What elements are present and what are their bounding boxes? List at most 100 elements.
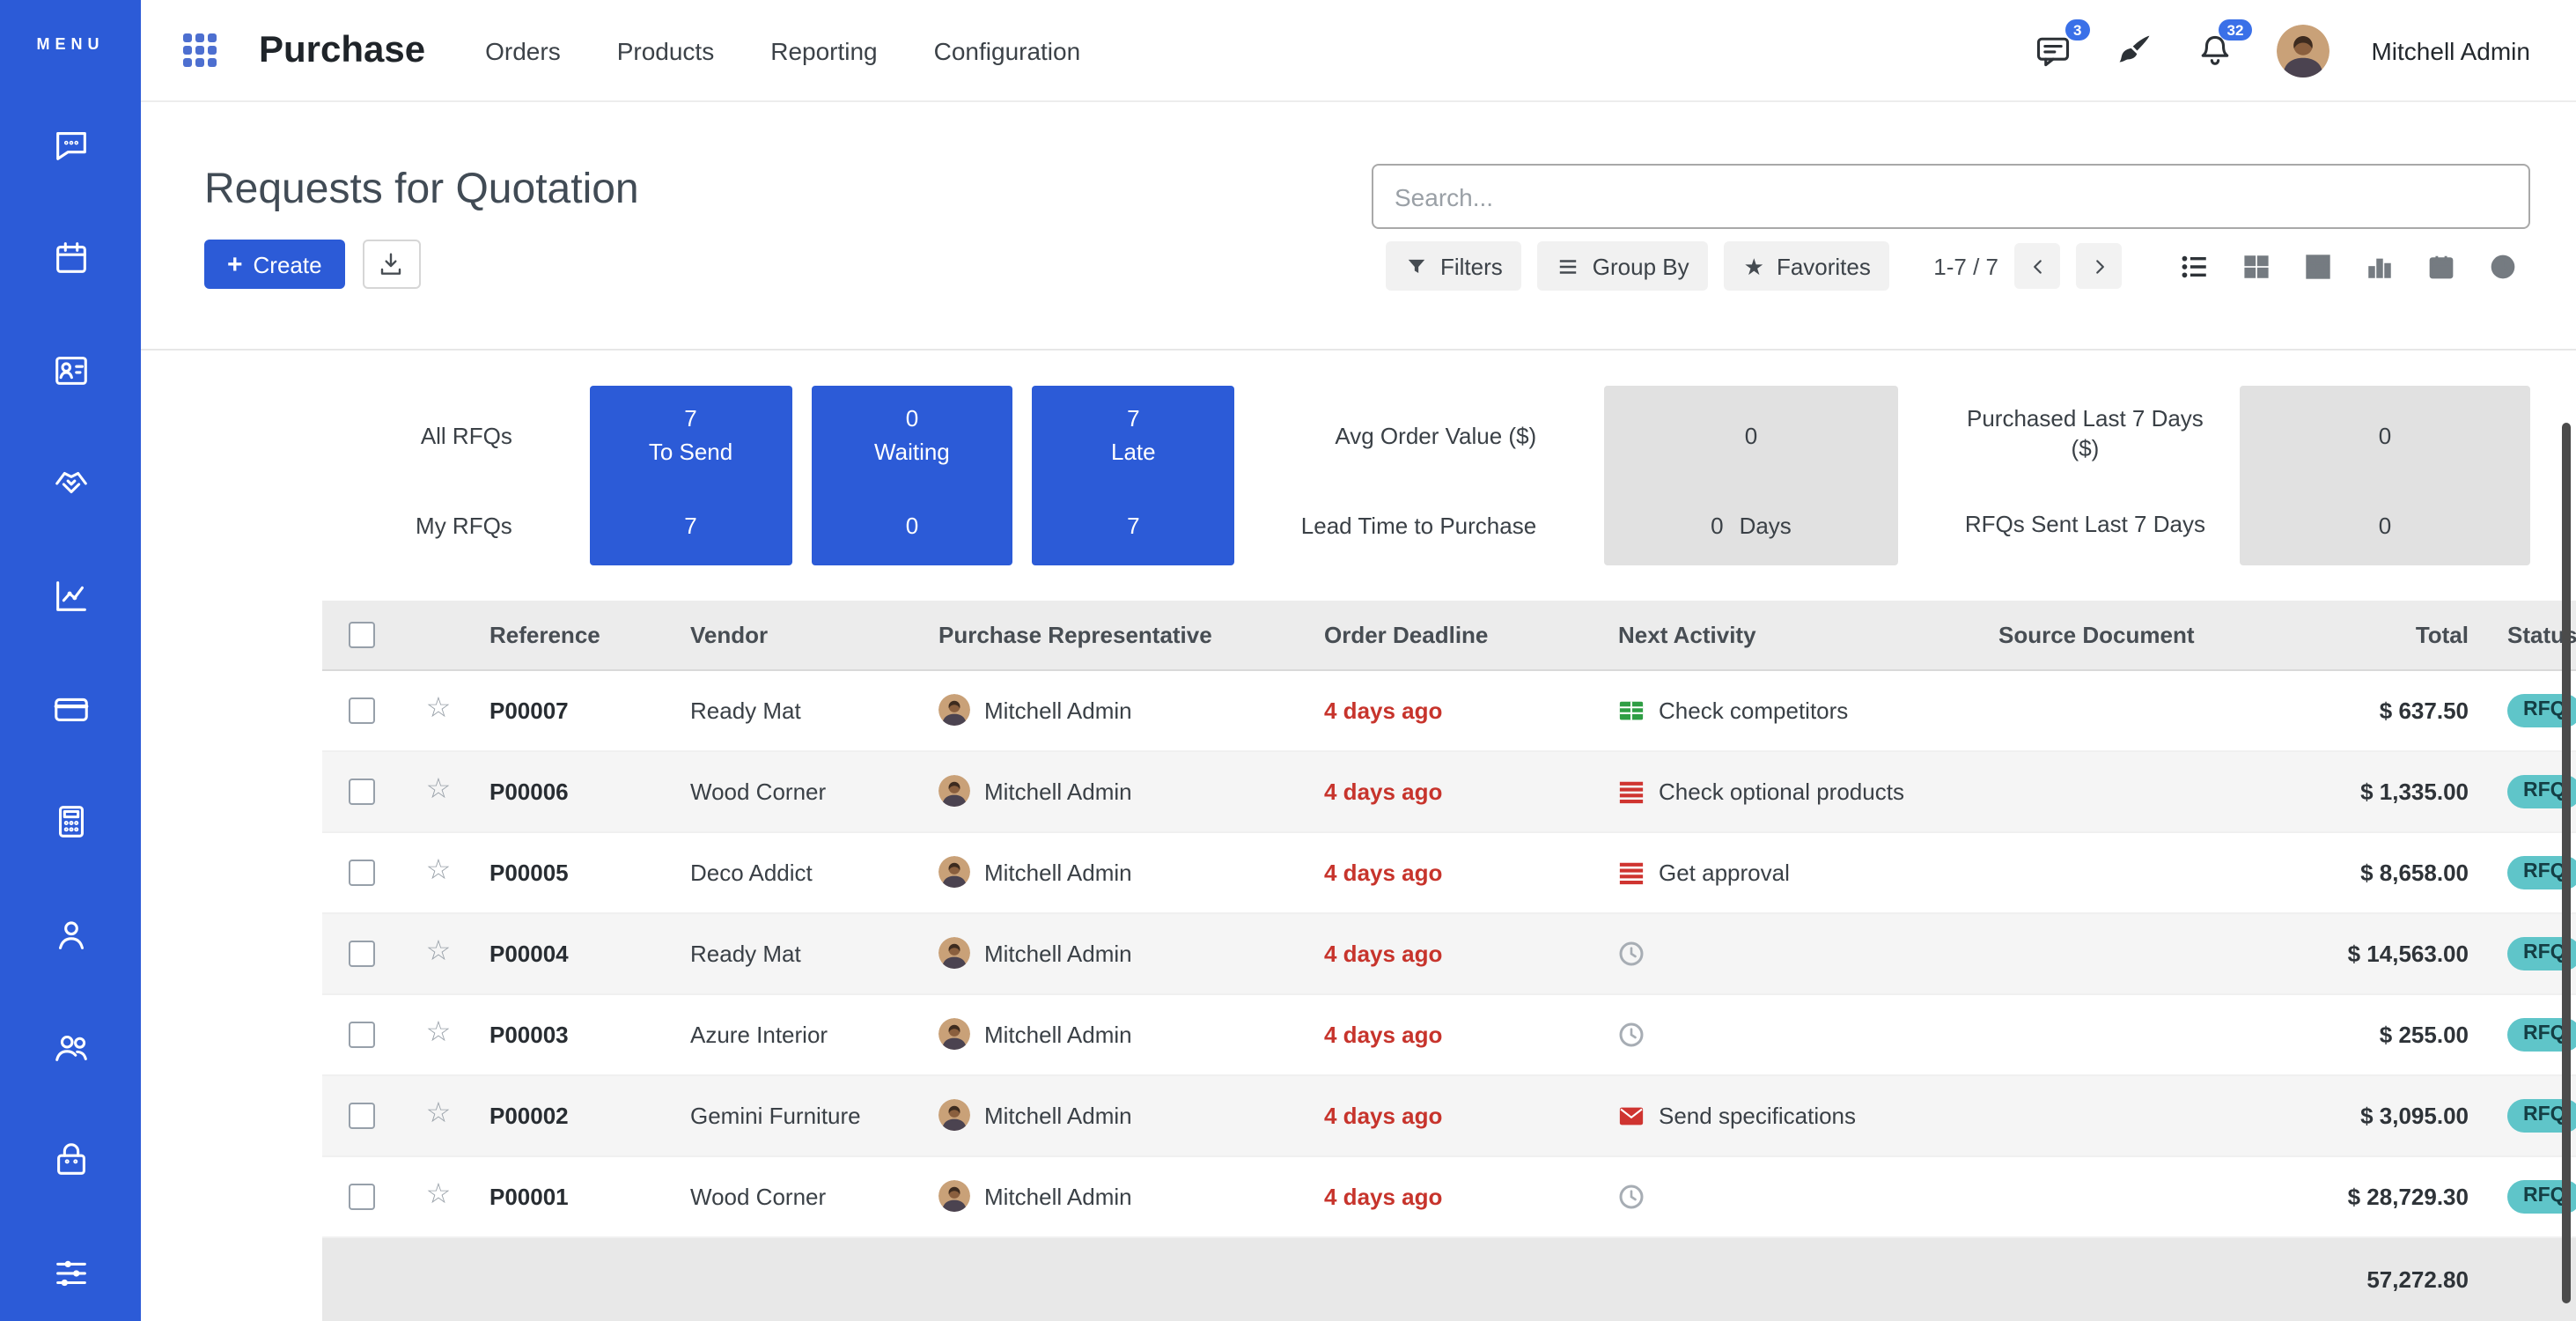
activity-clock-icon[interactable] xyxy=(1618,1021,1645,1047)
menu-reporting[interactable]: Reporting xyxy=(770,36,877,64)
row-checkbox[interactable] xyxy=(349,1184,375,1210)
row-checkbox[interactable] xyxy=(349,1022,375,1048)
favorites-button[interactable]: ★ Favorites xyxy=(1725,241,1890,291)
favorite-star-icon[interactable]: ☆ xyxy=(426,1099,452,1129)
activity-envelope-icon[interactable] xyxy=(1618,1102,1645,1128)
view-activity-button[interactable] xyxy=(2476,243,2530,289)
kanban-view-icon xyxy=(2241,251,2271,281)
table-row[interactable]: ☆ P00004 Ready Mat Mitchell Admin 4 days… xyxy=(322,912,2576,993)
menu-configuration[interactable]: Configuration xyxy=(934,36,1081,64)
export-button[interactable] xyxy=(363,240,421,289)
cell-reference: P00005 xyxy=(475,831,676,912)
table-row[interactable]: ☆ P00001 Wood Corner Mitchell Admin 4 da… xyxy=(322,1155,2576,1236)
notifications-button[interactable]: 32 xyxy=(2195,31,2234,70)
tile-late[interactable]: 7 Late 7 xyxy=(1033,386,1234,565)
pager-range: 1-7 / 7 xyxy=(1933,253,1998,279)
row-checkbox[interactable] xyxy=(349,941,375,967)
header-order-deadline[interactable]: Order Deadline xyxy=(1310,601,1604,669)
header-star xyxy=(401,601,475,669)
group-by-button[interactable]: Group By xyxy=(1538,241,1709,291)
sidebar-item-crm[interactable] xyxy=(48,461,93,504)
cell-reference: P00004 xyxy=(475,912,676,993)
sidebar-item-employees[interactable] xyxy=(48,912,93,955)
sidebar-item-settings[interactable] xyxy=(48,1251,93,1293)
header-purchase-representative[interactable]: Purchase Representative xyxy=(924,601,1310,669)
sidebar-item-members[interactable] xyxy=(48,1025,93,1067)
favorite-star-icon[interactable]: ☆ xyxy=(426,937,452,967)
favorite-star-icon[interactable]: ☆ xyxy=(426,694,452,724)
pager-previous-button[interactable] xyxy=(2014,243,2060,289)
search-input[interactable] xyxy=(1372,164,2530,229)
cell-vendor: Ready Mat xyxy=(676,669,924,750)
view-pivot-button[interactable] xyxy=(2291,243,2345,289)
table-row[interactable]: ☆ P00003 Azure Interior Mitchell Admin 4… xyxy=(322,993,2576,1074)
favorite-star-icon[interactable]: ☆ xyxy=(426,1180,452,1210)
rfq-table: Reference Vendor Purchase Representative… xyxy=(322,601,2576,1321)
apps-menu-icon[interactable] xyxy=(183,33,217,67)
tile-avg-lead: 0 0 Days xyxy=(1603,386,1899,565)
select-all-checkbox[interactable] xyxy=(349,623,375,649)
view-kanban-button[interactable] xyxy=(2229,243,2284,289)
row-checkbox[interactable] xyxy=(349,860,375,886)
view-switcher xyxy=(2168,243,2530,289)
sidebar-app-icons xyxy=(48,123,93,1293)
row-checkbox[interactable] xyxy=(349,697,375,724)
theme-brush-button[interactable] xyxy=(2114,31,2153,70)
activity-list-icon[interactable] xyxy=(1618,859,1645,885)
cell-reference: P00002 xyxy=(475,1074,676,1155)
screen: MENU xyxy=(0,0,2576,1321)
menu-products[interactable]: Products xyxy=(617,36,715,64)
row-checkbox[interactable] xyxy=(349,1103,375,1129)
favorite-star-icon[interactable]: ☆ xyxy=(426,856,452,886)
row-checkbox[interactable] xyxy=(349,779,375,805)
app-sidebar: MENU xyxy=(0,0,141,1321)
sidebar-item-point-of-sale[interactable] xyxy=(48,687,93,729)
user-name[interactable]: Mitchell Admin xyxy=(2371,36,2530,64)
header-total[interactable]: Total xyxy=(2301,601,2483,669)
table-row[interactable]: ☆ P00005 Deco Addict Mitchell Admin 4 da… xyxy=(322,831,2576,912)
menu-orders[interactable]: Orders xyxy=(485,36,561,64)
sidebar-item-calendar[interactable] xyxy=(48,236,93,278)
table-row[interactable]: ☆ P00006 Wood Corner Mitchell Admin 4 da… xyxy=(322,750,2576,831)
header-vendor[interactable]: Vendor xyxy=(676,601,924,669)
activity-view-icon xyxy=(2488,251,2518,281)
tile-to-send[interactable]: 7 To Send 7 xyxy=(590,386,791,565)
page-title: Requests for Quotation xyxy=(204,164,639,217)
activity-spreadsheet-icon[interactable] xyxy=(1618,697,1645,723)
activity-clock-icon[interactable] xyxy=(1618,940,1645,966)
view-graph-button[interactable] xyxy=(2352,243,2407,289)
favorite-star-icon[interactable]: ☆ xyxy=(426,775,452,805)
lead-time-label: Lead Time to Purchase xyxy=(1234,484,1536,565)
create-button[interactable]: + Create xyxy=(204,240,345,289)
tile-waiting[interactable]: 0 Waiting 0 xyxy=(811,386,1012,565)
odoo-window: MENU xyxy=(0,0,2576,1321)
header-reference[interactable]: Reference xyxy=(475,601,676,669)
cell-total: $ 8,658.00 xyxy=(2301,831,2483,912)
favorite-star-icon[interactable]: ☆ xyxy=(426,1018,452,1048)
table-row[interactable]: ☆ P00002 Gemini Furniture Mitchell Admin… xyxy=(322,1074,2576,1155)
vertical-scrollbar[interactable] xyxy=(2562,423,2571,1303)
header-source-document[interactable]: Source Document xyxy=(1984,601,2301,669)
my-rfqs-label[interactable]: My RFQs xyxy=(317,484,512,565)
cell-total: $ 28,729.30 xyxy=(2301,1155,2483,1236)
dashboard-right-labels: Purchased Last 7 Days ($) RFQs Sent Last… xyxy=(1952,386,2219,565)
sidebar-item-accounting[interactable] xyxy=(48,800,93,842)
sidebar-item-purchase[interactable] xyxy=(48,1138,93,1180)
user-avatar[interactable] xyxy=(2276,24,2329,77)
table-row[interactable]: ☆ P00007 Ready Mat Mitchell Admin 4 days… xyxy=(322,669,2576,750)
messages-button[interactable]: 3 xyxy=(2033,31,2072,70)
rep-avatar xyxy=(938,856,970,888)
sidebar-item-discuss[interactable] xyxy=(48,123,93,166)
activity-clock-icon[interactable] xyxy=(1618,1183,1645,1209)
app-name[interactable]: Purchase xyxy=(259,29,425,71)
view-calendar-button[interactable] xyxy=(2414,243,2469,289)
pager-next-button[interactable] xyxy=(2076,243,2122,289)
header-next-activity[interactable]: Next Activity xyxy=(1604,601,1984,669)
sidebar-item-contacts[interactable] xyxy=(48,349,93,391)
filters-button[interactable]: Filters xyxy=(1386,241,1522,291)
sidebar-item-sales[interactable] xyxy=(48,574,93,616)
activity-list-icon[interactable] xyxy=(1618,778,1645,804)
view-list-button[interactable] xyxy=(2168,243,2222,289)
all-rfqs-label[interactable]: All RFQs xyxy=(317,386,512,484)
filter-group: Filters Group By ★ Favorites xyxy=(1386,241,1890,291)
